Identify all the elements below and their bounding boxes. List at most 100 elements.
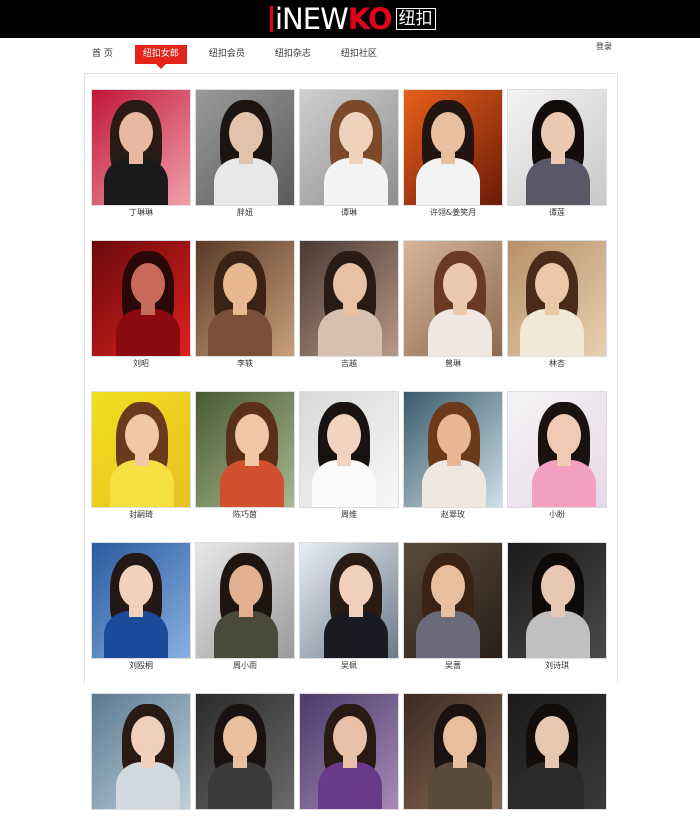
nav-community[interactable]: 纽扣社区 (333, 45, 385, 64)
portrait-body-shape (104, 611, 168, 658)
gallery-card[interactable]: 刘殴桐 (91, 542, 191, 673)
portrait-image[interactable] (195, 542, 295, 659)
gallery-panel: 丁琳琳 胖妞 谭琳 许翎&姜笑月 谭莲刘昭 李轶 吉越 曾琳 林杏封嗣琦 陈巧茵 周维 赵翠玫 小盼刘殴… (84, 73, 618, 810)
portrait-face-shape (333, 716, 367, 758)
gallery-card[interactable]: 封嗣琦 (91, 391, 191, 522)
portrait-caption[interactable] (91, 810, 191, 824)
gallery-card[interactable] (403, 693, 503, 824)
gallery-card[interactable]: 周维 (299, 391, 399, 522)
portrait-caption[interactable]: 曾琳 (403, 357, 503, 371)
portrait-image[interactable] (403, 542, 503, 659)
portrait-image[interactable] (507, 542, 607, 659)
portrait-caption[interactable]: 谭琳 (299, 206, 399, 220)
portrait-caption[interactable]: 许翎&姜笑月 (403, 206, 503, 220)
nav-home[interactable]: 首 页 (84, 45, 121, 64)
portrait-image[interactable] (91, 542, 191, 659)
portrait-image[interactable] (403, 89, 503, 206)
gallery-card[interactable]: 许翎&姜笑月 (403, 89, 503, 220)
portrait-image[interactable] (195, 240, 295, 357)
portrait-caption[interactable]: 陈巧茵 (195, 508, 295, 522)
portrait-body-shape (520, 762, 584, 809)
portrait-body-shape (526, 158, 590, 205)
portrait-image[interactable] (403, 693, 503, 810)
portrait-image[interactable] (91, 240, 191, 357)
portrait-body-shape (208, 309, 272, 356)
portrait-face-shape (229, 565, 263, 607)
gallery-card[interactable]: 谭琳 (299, 89, 399, 220)
gallery-card[interactable]: 丁琳琳 (91, 89, 191, 220)
portrait-caption[interactable]: 胖妞 (195, 206, 295, 220)
gallery-card[interactable]: 吉越 (299, 240, 399, 371)
site-logo[interactable]: iNEW KO 纽扣 (270, 4, 436, 34)
portrait-image[interactable] (299, 89, 399, 206)
portrait-caption[interactable] (403, 810, 503, 824)
gallery-card[interactable]: 林杏 (507, 240, 607, 371)
portrait-image[interactable] (507, 391, 607, 508)
portrait-image[interactable] (195, 89, 295, 206)
portrait-face-shape (327, 414, 361, 456)
portrait-body-shape (116, 309, 180, 356)
portrait-body-shape (104, 158, 168, 205)
portrait-caption[interactable]: 刘昭 (91, 357, 191, 371)
portrait-caption[interactable]: 林杏 (507, 357, 607, 371)
portrait-image[interactable] (507, 89, 607, 206)
portrait-image[interactable] (507, 240, 607, 357)
portrait-body-shape (526, 611, 590, 658)
portrait-body-shape (318, 309, 382, 356)
portrait-image[interactable] (91, 693, 191, 810)
gallery-card[interactable] (507, 693, 607, 824)
nav-magazine[interactable]: 纽扣杂志 (267, 45, 319, 64)
portrait-image[interactable] (91, 89, 191, 206)
portrait-body-shape (318, 762, 382, 809)
portrait-caption[interactable]: 吉越 (299, 357, 399, 371)
portrait-face-shape (339, 112, 373, 154)
main-nav: 首 页 纽扣女郎 纽扣会员 纽扣杂志 纽扣社区 (84, 45, 399, 69)
portrait-image[interactable] (299, 240, 399, 357)
gallery-card[interactable]: 赵翠玫 (403, 391, 503, 522)
gallery-card[interactable]: 小盼 (507, 391, 607, 522)
portrait-image[interactable] (195, 693, 295, 810)
gallery-card[interactable] (299, 693, 399, 824)
portrait-caption[interactable]: 小盼 (507, 508, 607, 522)
gallery-card[interactable] (91, 693, 191, 824)
login-link[interactable]: 登录 (596, 41, 612, 52)
portrait-image[interactable] (91, 391, 191, 508)
gallery-card[interactable]: 吴蔷 (403, 542, 503, 673)
gallery-card[interactable]: 胖妞 (195, 89, 295, 220)
nav-girls[interactable]: 纽扣女郎 (134, 45, 187, 69)
portrait-image[interactable] (195, 391, 295, 508)
portrait-caption[interactable]: 封嗣琦 (91, 508, 191, 522)
portrait-caption[interactable] (195, 810, 295, 824)
portrait-image[interactable] (403, 391, 503, 508)
gallery-card[interactable]: 谭莲 (507, 89, 607, 220)
portrait-face-shape (131, 263, 165, 305)
logo-text-cn: 纽扣 (395, 8, 436, 30)
portrait-face-shape (223, 263, 257, 305)
portrait-caption[interactable]: 赵翠玫 (403, 508, 503, 522)
portrait-face-shape (235, 414, 269, 456)
gallery-card[interactable]: 刘昭 (91, 240, 191, 371)
gallery-card[interactable]: 曾琳 (403, 240, 503, 371)
gallery-card[interactable] (195, 693, 295, 824)
portrait-caption[interactable] (299, 810, 399, 824)
portrait-face-shape (431, 112, 465, 154)
gallery-card[interactable]: 陈巧茵 (195, 391, 295, 522)
gallery-card[interactable]: 周小雨 (195, 542, 295, 673)
portrait-caption[interactable]: 李轶 (195, 357, 295, 371)
portrait-image[interactable] (507, 693, 607, 810)
portrait-body-shape (422, 460, 486, 507)
portrait-image[interactable] (403, 240, 503, 357)
portrait-image[interactable] (299, 693, 399, 810)
gallery-card[interactable]: 吴佩 (299, 542, 399, 673)
gallery-card[interactable]: 李轶 (195, 240, 295, 371)
portrait-caption[interactable] (507, 810, 607, 824)
portrait-image[interactable] (299, 391, 399, 508)
nav-members[interactable]: 纽扣会员 (201, 45, 253, 64)
portrait-caption[interactable]: 周维 (299, 508, 399, 522)
gallery-card[interactable]: 刘诗琪 (507, 542, 607, 673)
portrait-body-shape (116, 762, 180, 809)
portrait-caption[interactable]: 谭莲 (507, 206, 607, 220)
portrait-image[interactable] (299, 542, 399, 659)
portrait-caption[interactable]: 丁琳琳 (91, 206, 191, 220)
portrait-body-shape (214, 158, 278, 205)
